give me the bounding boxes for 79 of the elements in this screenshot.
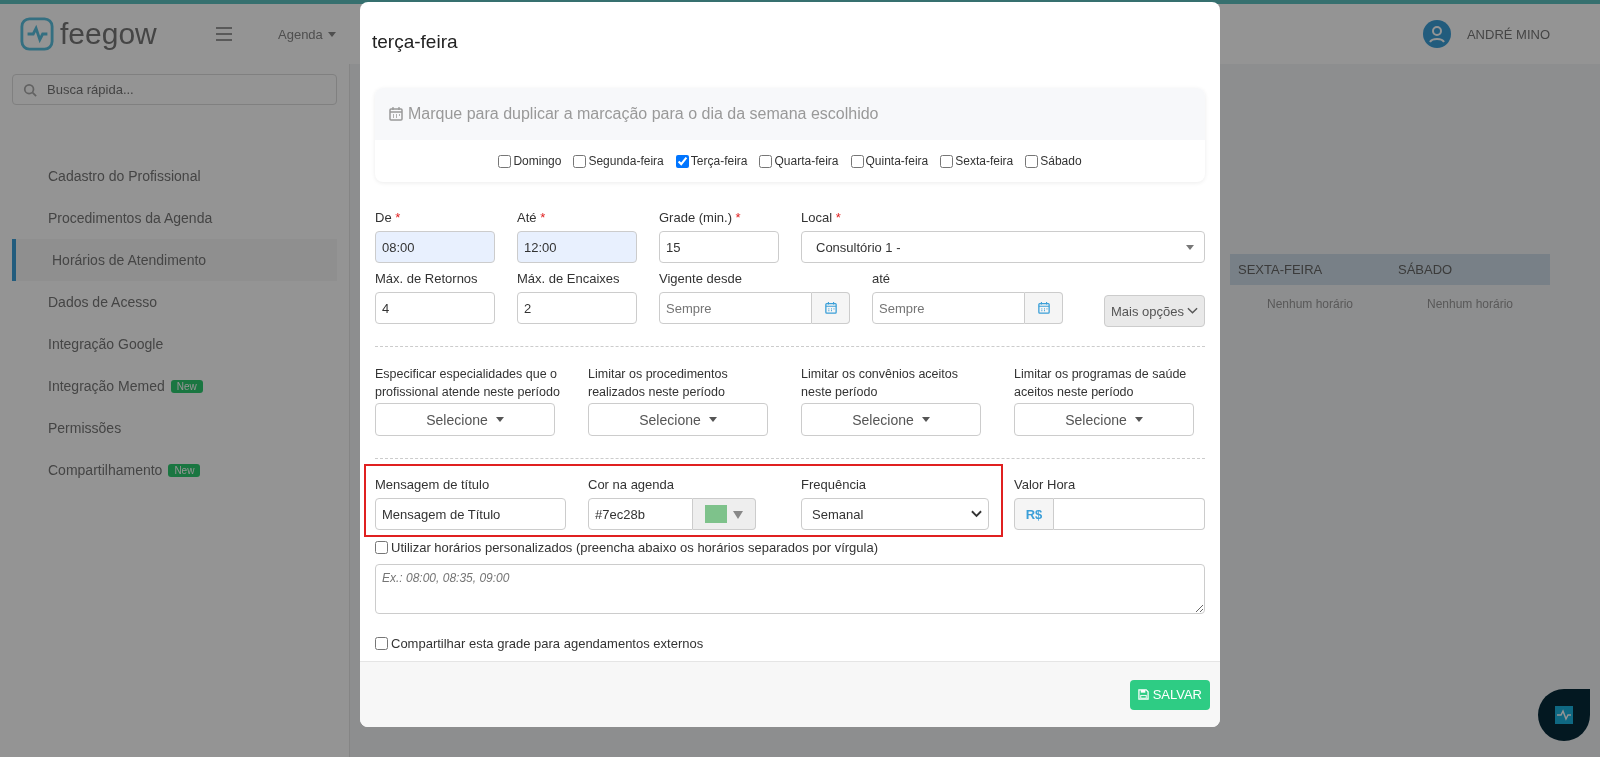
field-label: Grade (min.) <box>659 210 732 225</box>
field-label: Valor Hora <box>1014 477 1076 492</box>
checkbox-label: Compartilhar esta grade para agendamentos externos <box>391 636 704 651</box>
more-options-button[interactable]: Mais opções <box>1104 295 1205 327</box>
select-dropdown[interactable]: Selecione <box>588 403 768 436</box>
day-checkbox[interactable] <box>573 154 587 168</box>
field-label: Máx. de Encaixes <box>517 271 620 286</box>
day-label: Terça-feira <box>690 154 748 168</box>
avatar-icon[interactable] <box>1422 20 1451 48</box>
chat-icon[interactable] <box>1536 687 1592 743</box>
calendar-icon <box>1037 302 1050 314</box>
field-label: Até <box>517 210 537 225</box>
day-header: SÁBADO <box>1390 254 1550 285</box>
day-label: Sexta-feira <box>955 154 1014 168</box>
menu-icon[interactable] <box>216 27 232 41</box>
field-label: Especificar especialidades que o profissional atende neste período <box>375 366 561 401</box>
input-field[interactable]: 08:00 <box>375 231 495 263</box>
day-header: SEXTA-FEIRA <box>1230 254 1390 285</box>
field-label: Máx. de Retornos <box>375 271 478 286</box>
custom-times-field[interactable]: Ex.: 08:00, 08:35, 09:00 <box>375 564 1205 614</box>
input-field[interactable]: 2 <box>517 292 637 324</box>
select-dropdown[interactable]: Selecione <box>801 403 981 436</box>
chevron-icon <box>971 510 982 518</box>
field-label: Local <box>801 210 833 225</box>
duplicate-hint: Marque para duplicar a marcação para o dia da semana escolhido <box>408 105 879 123</box>
field-label: Frequência <box>801 477 867 492</box>
input-field[interactable]: 15 <box>659 231 779 263</box>
currency-prefix: R$ <box>1014 498 1054 530</box>
field-label: Mensagem de título <box>375 477 490 492</box>
calendar-icon <box>824 302 837 314</box>
required-mark: * <box>540 210 546 225</box>
field-label: Limitar os convênios aceitos neste período <box>801 366 960 401</box>
day-label: Sábado <box>1040 154 1082 168</box>
location-select[interactable]: Consultório 1 - <box>801 231 1205 263</box>
input-field[interactable]: 12:00 <box>517 231 637 263</box>
select-dropdown[interactable]: Selecione <box>1014 403 1194 436</box>
logo-icon <box>20 17 54 51</box>
day-checkbox[interactable] <box>759 154 773 168</box>
date-field[interactable]: Sempre <box>872 292 1025 324</box>
search-input[interactable]: Busca rápida... <box>45 81 229 98</box>
share-checkbox[interactable] <box>375 637 388 650</box>
new-badge: New <box>170 379 203 393</box>
new-badge: New <box>168 463 201 477</box>
search-icon <box>23 82 37 97</box>
day-label: Segunda-feira <box>588 154 664 168</box>
frequency-select[interactable]: Semanal <box>801 498 989 530</box>
search-field[interactable]: Busca rápida... <box>12 74 337 105</box>
input-field[interactable]: 4 <box>375 292 495 324</box>
field-label: Vigente desde <box>659 271 742 286</box>
day-label: Domingo <box>513 154 562 168</box>
input-field[interactable]: Mensagem de Título <box>375 498 566 530</box>
logo-text: feegow <box>60 17 157 51</box>
save-icon <box>1137 689 1149 700</box>
day-checkbox[interactable] <box>940 154 954 168</box>
day-label: Quinta-feira <box>865 154 929 168</box>
day-checkbox[interactable] <box>850 154 864 168</box>
color-picker-button[interactable] <box>693 498 756 530</box>
date-field[interactable]: Sempre <box>659 292 812 324</box>
day-checkbox[interactable] <box>498 154 512 168</box>
field-label: Limitar os procedimentos realizados neste período <box>588 366 729 401</box>
required-mark: * <box>395 210 401 225</box>
required-mark: * <box>735 210 741 225</box>
day-label: Quarta-feira <box>774 154 839 168</box>
modal-title: terça-feira <box>372 31 458 53</box>
custom-times-checkbox[interactable] <box>375 541 388 554</box>
chevron-icon <box>1187 307 1198 315</box>
caret-icon <box>327 31 336 37</box>
checkbox-label: Utilizar horários personalizados (preencha abaixo os horários separados por vírgula) <box>391 540 879 555</box>
select-dropdown[interactable]: Selecione <box>375 403 555 436</box>
field-label: De <box>375 210 392 225</box>
day-checkbox[interactable] <box>1025 154 1039 168</box>
day-checkbox[interactable] <box>675 154 689 168</box>
color-field[interactable]: #7ec28b <box>588 498 693 530</box>
calendar-icon <box>389 107 403 121</box>
hourly-rate-field[interactable] <box>1054 498 1205 530</box>
field-label: Limitar os programas de saúde aceitos neste período <box>1014 366 1188 401</box>
required-mark: * <box>835 210 841 225</box>
field-label: Cor na agenda <box>588 477 674 492</box>
field-label: até <box>872 271 891 286</box>
